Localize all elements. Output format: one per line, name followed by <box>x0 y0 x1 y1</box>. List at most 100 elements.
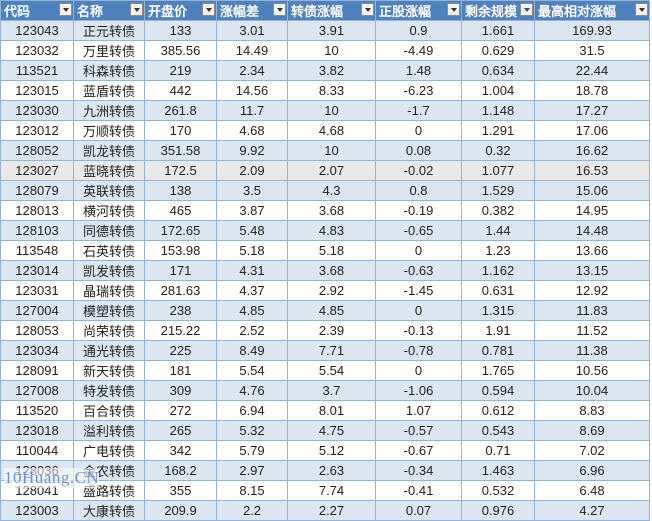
table-row[interactable]: 127008 特发转债 309 4.76 3.7 -1.06 0.594 10.04 <box>0 380 650 401</box>
table-cell[interactable]: 0.976 <box>461 500 535 521</box>
table-cell[interactable]: 14.56 <box>216 80 288 101</box>
table-row[interactable]: 110044 广电转债 342 5.79 5.12 -0.67 0.71 7.02 <box>0 440 650 461</box>
table-cell[interactable]: 1.004 <box>461 80 535 101</box>
table-cell[interactable]: 特发转债 <box>73 380 145 401</box>
table-cell[interactable]: 0.382 <box>461 200 535 221</box>
table-cell[interactable]: 蓝盾转债 <box>73 80 145 101</box>
table-cell[interactable]: 凯龙转债 <box>73 140 145 161</box>
column-header-7[interactable]: 最高相对涨幅 <box>534 0 650 21</box>
table-cell[interactable]: 4.75 <box>287 420 376 441</box>
table-cell[interactable]: 4.68 <box>287 120 376 141</box>
table-cell[interactable]: 8.01 <box>287 400 376 421</box>
table-cell[interactable]: 11.7 <box>216 100 288 121</box>
table-cell[interactable]: 4.83 <box>287 220 376 241</box>
table-cell[interactable]: 1.07 <box>375 400 462 421</box>
table-cell[interactable]: 123030 <box>0 100 74 121</box>
table-cell[interactable]: 8.69 <box>534 420 650 441</box>
table-cell[interactable]: 16.62 <box>534 140 650 161</box>
table-cell[interactable]: 新天转债 <box>73 360 145 381</box>
table-cell[interactable]: 128091 <box>0 360 74 381</box>
table-cell[interactable]: 4.37 <box>216 280 288 301</box>
table-cell[interactable]: 7.74 <box>287 480 376 501</box>
table-cell[interactable]: 442 <box>144 80 217 101</box>
table-cell[interactable]: -0.65 <box>375 220 462 241</box>
table-cell[interactable]: 0.612 <box>461 400 535 421</box>
table-cell[interactable]: 14.95 <box>534 200 650 221</box>
table-cell[interactable]: 128052 <box>0 140 74 161</box>
filter-dropdown-icon[interactable] <box>447 3 460 16</box>
table-cell[interactable]: 5.54 <box>216 360 288 381</box>
table-cell[interactable]: 3.68 <box>287 200 376 221</box>
table-cell[interactable]: -0.57 <box>375 420 462 441</box>
table-row[interactable]: 113520 百合转债 272 6.94 8.01 1.07 0.612 8.83 <box>0 400 650 421</box>
table-cell[interactable]: 4.76 <box>216 380 288 401</box>
table-cell[interactable]: 蓝晓转债 <box>73 160 145 181</box>
table-row[interactable]: 123031 晶瑞转债 281.63 4.37 2.92 -1.45 0.631 12.92 <box>0 280 650 301</box>
table-row[interactable]: 128053 尚荣转债 215.22 2.52 2.39 -0.13 1.91 11.52 <box>0 320 650 341</box>
table-cell[interactable]: -0.63 <box>375 260 462 281</box>
table-cell[interactable]: 31.5 <box>534 40 650 61</box>
table-cell[interactable]: 模塑转债 <box>73 300 145 321</box>
table-cell[interactable]: 5.48 <box>216 220 288 241</box>
table-cell[interactable]: -6.23 <box>375 80 462 101</box>
table-cell[interactable]: 0 <box>375 360 462 381</box>
table-cell[interactable]: 113520 <box>0 400 74 421</box>
table-cell[interactable]: 0.543 <box>461 420 535 441</box>
table-cell[interactable]: 0.9 <box>375 20 462 41</box>
table-cell[interactable]: 153.98 <box>144 240 217 261</box>
table-row[interactable]: 128103 同德转债 172.65 5.48 4.83 -0.65 1.44 14.48 <box>0 220 650 241</box>
table-cell[interactable]: 溢利转债 <box>73 420 145 441</box>
table-row[interactable]: 123015 蓝盾转债 442 14.56 8.33 -6.23 1.004 18.78 <box>0 80 650 101</box>
table-cell[interactable]: -0.41 <box>375 480 462 501</box>
table-cell[interactable]: 128103 <box>0 220 74 241</box>
filter-dropdown-icon[interactable] <box>635 3 648 16</box>
table-cell[interactable]: 0 <box>375 120 462 141</box>
table-cell[interactable]: 3.87 <box>216 200 288 221</box>
table-cell[interactable]: 355 <box>144 480 217 501</box>
table-cell[interactable]: 4.27 <box>534 500 650 521</box>
table-cell[interactable]: 百合转债 <box>73 400 145 421</box>
table-cell[interactable]: 0.781 <box>461 340 535 361</box>
table-cell[interactable]: 0.08 <box>375 140 462 161</box>
table-cell[interactable]: 4.3 <box>287 180 376 201</box>
table-cell[interactable]: 九洲转债 <box>73 100 145 121</box>
column-header-5[interactable]: 正股涨幅 <box>375 0 462 21</box>
table-cell[interactable]: 11.83 <box>534 300 650 321</box>
table-cell[interactable]: 3.7 <box>287 380 376 401</box>
table-cell[interactable]: 大康转债 <box>73 500 145 521</box>
table-cell[interactable]: 2.39 <box>287 320 376 341</box>
table-cell[interactable]: 1.148 <box>461 100 535 121</box>
table-cell[interactable]: -0.34 <box>375 460 462 481</box>
table-cell[interactable]: 169.93 <box>534 20 650 41</box>
table-cell[interactable]: 1.91 <box>461 320 535 341</box>
table-cell[interactable]: 18.78 <box>534 80 650 101</box>
table-cell[interactable]: 123012 <box>0 120 74 141</box>
column-header-1[interactable]: 名称 <box>73 0 145 21</box>
table-cell[interactable]: 通光转债 <box>73 340 145 361</box>
table-cell[interactable]: 科森转债 <box>73 60 145 81</box>
table-cell[interactable]: 172.5 <box>144 160 217 181</box>
table-cell[interactable]: 17.06 <box>534 120 650 141</box>
table-cell[interactable]: 9.92 <box>216 140 288 161</box>
table-cell[interactable]: 5.12 <box>287 440 376 461</box>
table-cell[interactable]: 1.291 <box>461 120 535 141</box>
table-cell[interactable]: 110044 <box>0 440 74 461</box>
table-cell[interactable]: 12.92 <box>534 280 650 301</box>
table-cell[interactable]: 1.463 <box>461 460 535 481</box>
table-cell[interactable]: 219 <box>144 60 217 81</box>
table-cell[interactable]: 281.63 <box>144 280 217 301</box>
table-cell[interactable]: 正元转债 <box>73 20 145 41</box>
table-cell[interactable]: 11.52 <box>534 320 650 341</box>
table-cell[interactable]: 0.8 <box>375 180 462 201</box>
table-row[interactable]: 113521 科森转债 219 2.34 3.82 1.48 0.634 22.44 <box>0 60 650 81</box>
table-row[interactable]: 123018 溢利转债 265 5.32 4.75 -0.57 0.543 8.69 <box>0 420 650 441</box>
table-cell[interactable]: 0.32 <box>461 140 535 161</box>
table-cell[interactable]: 123043 <box>0 20 74 41</box>
table-cell[interactable]: 0.629 <box>461 40 535 61</box>
table-cell[interactable]: 1.315 <box>461 300 535 321</box>
table-cell[interactable]: 7.02 <box>534 440 650 461</box>
table-cell[interactable]: 2.09 <box>216 160 288 181</box>
table-cell[interactable]: 4.85 <box>216 300 288 321</box>
table-cell[interactable]: 5.54 <box>287 360 376 381</box>
table-cell[interactable]: 170 <box>144 120 217 141</box>
